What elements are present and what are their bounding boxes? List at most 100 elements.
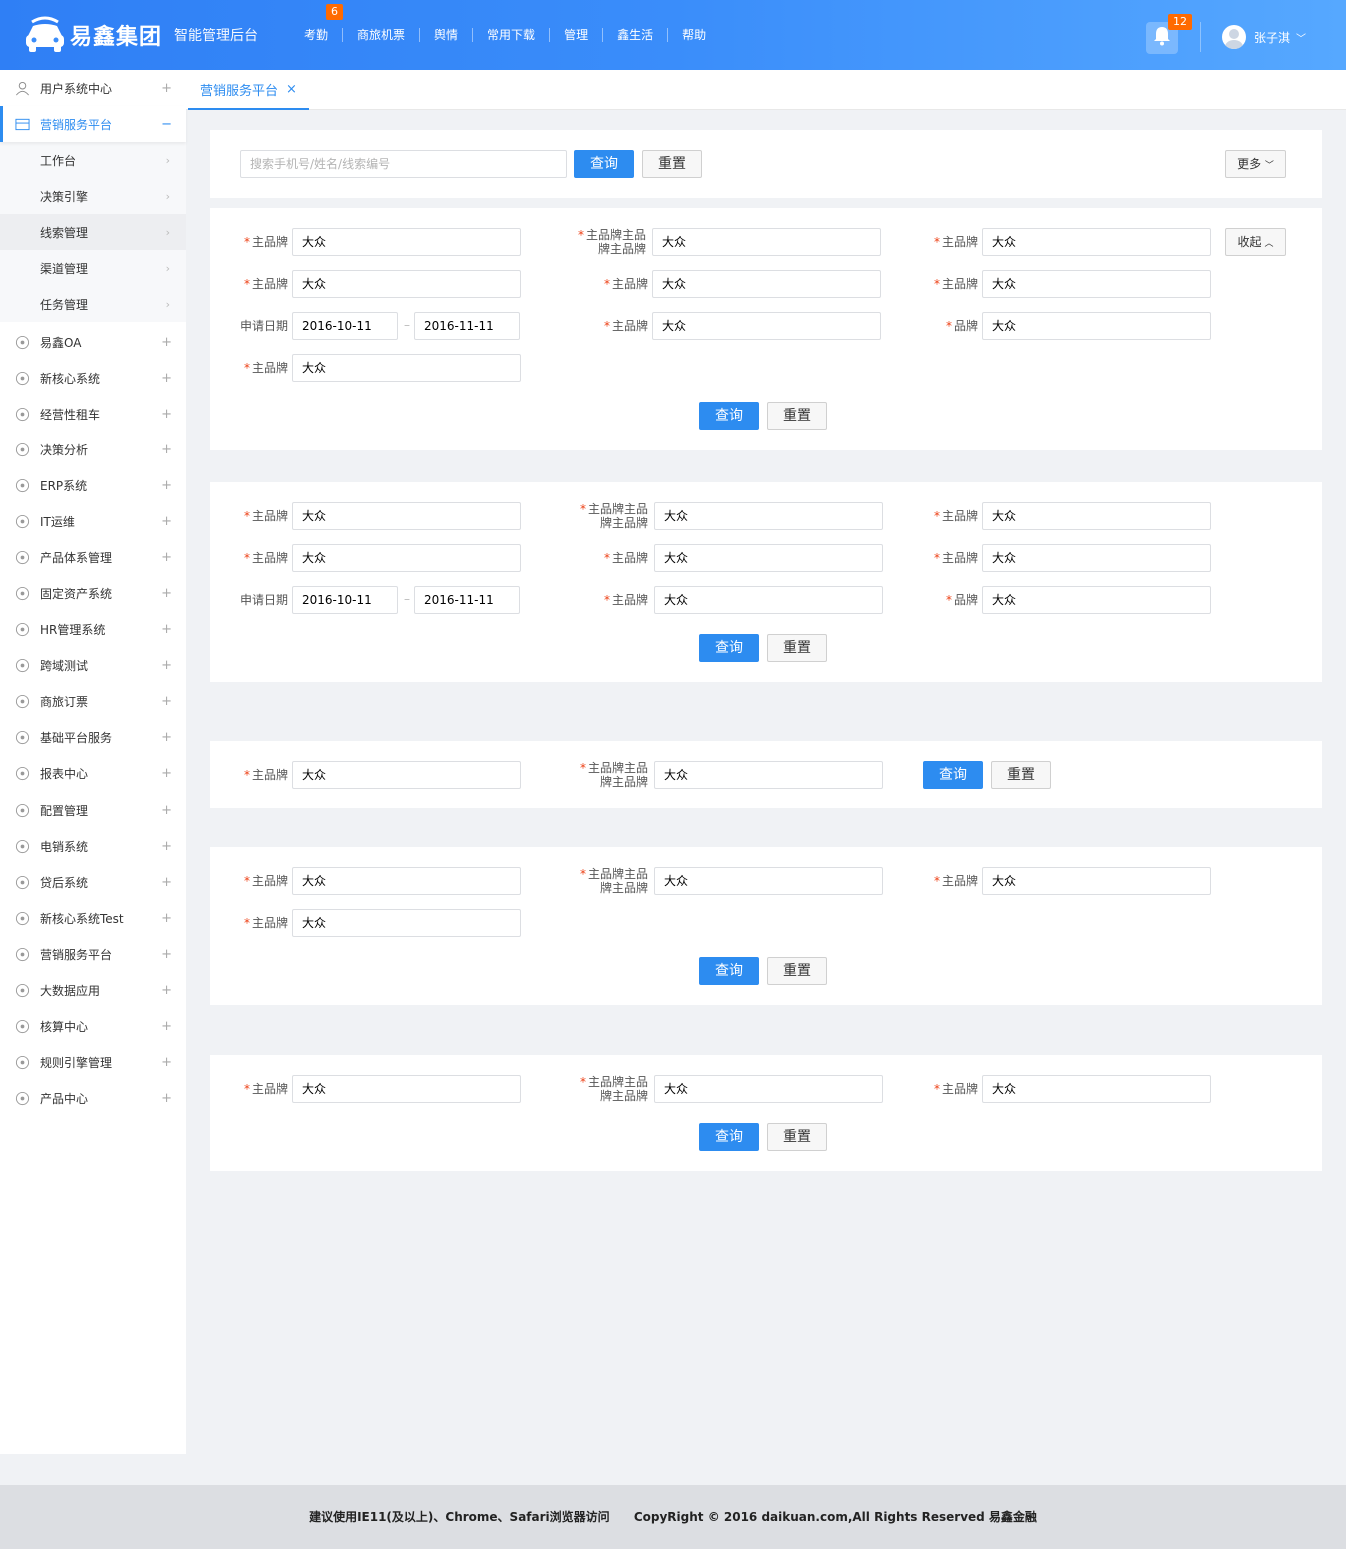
form-input[interactable]: 大众	[982, 544, 1211, 572]
sidebar-item-marketing[interactable]: 营销服务平台 −	[0, 106, 186, 142]
field-label: * 主品牌	[234, 916, 288, 930]
form-input[interactable]: 大众	[982, 228, 1211, 256]
form-input[interactable]: 2016-11-11	[414, 312, 520, 340]
field-label: * 主品牌	[566, 551, 648, 565]
sidebar-item[interactable]: 营销服务平台 +	[0, 936, 186, 972]
form-input[interactable]: 大众	[654, 1075, 883, 1103]
input-value: 2016-10-11	[302, 319, 372, 333]
sidebar-item-label: 配置管理	[40, 803, 89, 818]
sidebar-subitem-tasks[interactable]: 任务管理 ›	[0, 286, 186, 322]
sidebar-item[interactable]: 核算中心 +	[0, 1008, 186, 1044]
sidebar-item[interactable]: 新核心系统Test +	[0, 900, 186, 936]
query-button[interactable]: 查询	[923, 761, 983, 789]
field-label: * 主品牌	[234, 768, 288, 782]
form-input[interactable]: 大众	[292, 1075, 521, 1103]
search-query-button[interactable]: 查询	[574, 150, 634, 178]
sidebar-item[interactable]: ERP系统 +	[0, 467, 186, 503]
expand-icon: +	[161, 477, 172, 493]
topnav-item-travel[interactable]: 商旅机票	[342, 28, 419, 42]
sidebar-item-user-center[interactable]: 用户系统中心 +	[0, 70, 186, 106]
sidebar-item[interactable]: 配置管理 +	[0, 792, 186, 828]
form-input[interactable]: 大众	[292, 270, 521, 298]
more-button[interactable]: 更多 ﹀	[1225, 150, 1286, 178]
form-input[interactable]: 大众	[292, 909, 521, 937]
form-input[interactable]: 大众	[292, 228, 521, 256]
reset-button[interactable]: 重置	[767, 634, 827, 662]
collapse-button[interactable]: 收起 ︿	[1225, 228, 1286, 256]
form-input[interactable]: 大众	[654, 867, 883, 895]
sidebar-item[interactable]: 产品中心 +	[0, 1080, 186, 1116]
form-input[interactable]: 大众	[982, 312, 1211, 340]
label-text: 主品牌	[611, 593, 648, 607]
query-button[interactable]: 查询	[699, 957, 759, 985]
query-button[interactable]: 查询	[699, 634, 759, 662]
form-input[interactable]: 大众	[652, 312, 881, 340]
form-input[interactable]: 大众	[652, 270, 881, 298]
topnav-item-help[interactable]: 帮助	[667, 28, 720, 42]
sidebar-item[interactable]: 报表中心 +	[0, 755, 186, 791]
tab-marketing[interactable]: 营销服务平台 ×	[188, 70, 309, 110]
search-input[interactable]: 搜索手机号/姓名/线索编号	[240, 150, 567, 178]
sidebar-item[interactable]: 基础平台服务 +	[0, 719, 186, 755]
topnav-item-downloads[interactable]: 常用下载	[472, 28, 549, 42]
label-line-1: 主品牌主品	[587, 761, 648, 775]
form-input[interactable]: 大众	[982, 1075, 1211, 1103]
form-input[interactable]: 大众	[982, 586, 1211, 614]
sidebar-subitem-workbench[interactable]: 工作台 ›	[0, 142, 186, 178]
form-input[interactable]: 2016-11-11	[414, 586, 520, 614]
topnav-item-manage[interactable]: 管理	[549, 28, 602, 42]
form-input[interactable]: 大众	[654, 761, 883, 789]
form-input[interactable]: 大众	[654, 502, 883, 530]
reset-button[interactable]: 重置	[767, 402, 827, 430]
required-mark: *	[243, 235, 250, 249]
form-input[interactable]: 大众	[292, 761, 521, 789]
reset-button[interactable]: 重置	[991, 761, 1051, 789]
sidebar-item[interactable]: 产品体系管理 +	[0, 539, 186, 575]
form-input[interactable]: 大众	[292, 867, 521, 895]
list-icon	[14, 1090, 30, 1106]
sidebar-item[interactable]: 规则引擎管理 +	[0, 1044, 186, 1080]
sidebar-item[interactable]: 易鑫OA +	[0, 324, 186, 360]
query-button[interactable]: 查询	[699, 402, 759, 430]
topnav-item-attendance[interactable]: 6 考勤	[290, 4, 343, 42]
form-input[interactable]: 大众	[292, 502, 521, 530]
sidebar-item[interactable]: 贷后系统 +	[0, 864, 186, 900]
input-value: 大众	[302, 768, 327, 782]
field-label: * 品牌	[914, 319, 978, 333]
query-button[interactable]: 查询	[699, 1123, 759, 1151]
form-input[interactable]: 大众	[654, 544, 883, 572]
form-input[interactable]: 大众	[982, 270, 1211, 298]
form-input[interactable]: 大众	[654, 586, 883, 614]
form-input[interactable]: 2016-10-11	[292, 312, 398, 340]
form-input[interactable]: 大众	[292, 544, 521, 572]
form-input[interactable]: 大众	[652, 228, 881, 256]
sidebar-item[interactable]: 电销系统 +	[0, 828, 186, 864]
sidebar-subitem-leads[interactable]: 线索管理 ›	[0, 214, 186, 250]
user-menu[interactable]: 张子淇 ﹀	[1222, 25, 1306, 49]
sidebar-subitem-channels[interactable]: 渠道管理 ›	[0, 250, 186, 286]
sidebar-item[interactable]: 新核心系统 +	[0, 360, 186, 396]
sidebar-item[interactable]: 大数据应用 +	[0, 972, 186, 1008]
logo[interactable]: 易鑫集团 智能管理后台	[24, 15, 258, 55]
form-input[interactable]: 大众	[292, 354, 521, 382]
search-reset-button[interactable]: 重置	[642, 150, 702, 178]
sidebar-item[interactable]: 固定资产系统 +	[0, 575, 186, 611]
sidebar-item[interactable]: 跨域测试 +	[0, 647, 186, 683]
label-text: 主品牌	[251, 361, 288, 375]
reset-button[interactable]: 重置	[767, 957, 827, 985]
sidebar-subitem-decision-engine[interactable]: 决策引擎 ›	[0, 178, 186, 214]
form-input[interactable]: 大众	[982, 867, 1211, 895]
form-input[interactable]: 2016-10-11	[292, 586, 398, 614]
sidebar-item[interactable]: 商旅订票 +	[0, 683, 186, 719]
sidebar-item[interactable]: 决策分析 +	[0, 431, 186, 467]
form-input[interactable]: 大众	[982, 502, 1211, 530]
topnav-item-sentiment[interactable]: 舆情	[419, 28, 472, 42]
sidebar-item[interactable]: IT运维 +	[0, 503, 186, 539]
label-line-2: 牌主品牌	[599, 1089, 648, 1103]
reset-button[interactable]: 重置	[767, 1123, 827, 1151]
required-mark: *	[933, 551, 940, 565]
sidebar-item[interactable]: HR管理系统 +	[0, 611, 186, 647]
topnav-item-life[interactable]: 鑫生活	[602, 28, 667, 42]
close-icon[interactable]: ×	[286, 82, 297, 97]
sidebar-item[interactable]: 经营性租车 +	[0, 396, 186, 432]
